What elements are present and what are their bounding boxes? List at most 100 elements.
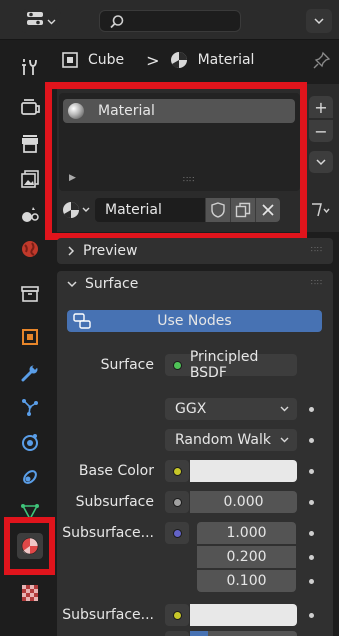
shader-socket-icon bbox=[173, 360, 182, 370]
subsurface-radius-socket-button[interactable] bbox=[165, 522, 189, 544]
keyframe-dot-icon[interactable] bbox=[309, 555, 314, 560]
breadcrumb-separator: > bbox=[146, 50, 160, 70]
drag-handle-icon[interactable]: ∷∷ bbox=[311, 245, 323, 254]
panel-preview-header[interactable]: Preview ∷∷ bbox=[57, 238, 333, 264]
keyframe-dot-icon[interactable] bbox=[309, 579, 314, 584]
tab-particles[interactable] bbox=[17, 394, 43, 420]
chevron-down-icon bbox=[67, 280, 77, 288]
breadcrumb-material: Material bbox=[197, 52, 255, 68]
base-color-socket-button[interactable] bbox=[165, 460, 189, 482]
tab-texture[interactable] bbox=[17, 580, 43, 606]
options-dropdown-button[interactable] bbox=[306, 9, 332, 33]
node-link-icon bbox=[312, 203, 330, 217]
texture-icon bbox=[22, 585, 38, 601]
tab-output[interactable] bbox=[17, 131, 43, 157]
subsurface-socket-button[interactable] bbox=[165, 491, 189, 513]
panel-surface-header[interactable]: Surface ∷∷ bbox=[57, 271, 333, 297]
world-icon bbox=[22, 241, 38, 257]
subsurface-radius-x-field[interactable]: 1.000 bbox=[197, 522, 296, 544]
panel-surface-title: Surface bbox=[85, 276, 139, 292]
slot-specials-button[interactable] bbox=[309, 151, 333, 173]
color-socket-icon bbox=[172, 466, 182, 476]
remove-slot-button[interactable]: − bbox=[309, 120, 333, 142]
output-icon bbox=[22, 135, 38, 153]
vector-socket-icon bbox=[172, 528, 182, 538]
search-icon bbox=[110, 15, 124, 29]
tab-render[interactable] bbox=[17, 94, 43, 120]
tab-modifiers[interactable] bbox=[17, 360, 43, 386]
surface-label: Surface bbox=[100, 357, 154, 373]
scene-icon bbox=[22, 207, 39, 222]
slot-buttons: + − bbox=[309, 96, 333, 142]
use-nodes-label: Use Nodes bbox=[157, 313, 232, 329]
tab-collection[interactable] bbox=[17, 281, 43, 307]
keyframe-dot-icon[interactable] bbox=[309, 469, 314, 474]
node-link-button[interactable] bbox=[306, 198, 334, 222]
base-color-swatch[interactable] bbox=[190, 460, 297, 482]
properties-editor-icon bbox=[26, 11, 44, 31]
subsurface-color-label: Subsurface... bbox=[62, 607, 154, 623]
chevron-down-icon bbox=[47, 14, 56, 29]
next-socket-button[interactable] bbox=[165, 631, 189, 636]
value-slider-fill bbox=[190, 631, 208, 636]
next-value-field[interactable] bbox=[190, 631, 297, 636]
chevron-down-icon bbox=[314, 17, 324, 24]
physics-icon bbox=[22, 434, 38, 451]
subsurface-color-swatch[interactable] bbox=[190, 604, 297, 626]
keyframe-dot-icon[interactable] bbox=[309, 438, 314, 443]
breadcrumb: Cube > Material bbox=[57, 44, 339, 76]
constraints-icon bbox=[23, 470, 37, 484]
subsurface-method-value: Random Walk bbox=[175, 432, 271, 448]
base-color-label: Base Color bbox=[78, 463, 154, 479]
tab-physics[interactable] bbox=[17, 429, 43, 455]
surface-shader-value: Principled BSDF bbox=[189, 349, 259, 381]
object-icon bbox=[22, 329, 38, 345]
float-socket-icon bbox=[172, 497, 182, 507]
view-layer-icon bbox=[21, 170, 39, 188]
tool-icon bbox=[22, 59, 37, 75]
breadcrumb-object: Cube bbox=[88, 52, 125, 68]
search-input[interactable] bbox=[99, 10, 241, 32]
add-slot-button[interactable]: + bbox=[309, 96, 333, 118]
material-icon bbox=[170, 51, 188, 69]
chevron-down-icon bbox=[316, 158, 326, 165]
wrench-icon bbox=[21, 364, 38, 382]
distribution-value: GGX bbox=[175, 401, 207, 417]
subsurface-method-dropdown[interactable]: Random Walk bbox=[165, 429, 297, 451]
highlight-box-material-tab bbox=[4, 517, 55, 575]
tab-view-layer[interactable] bbox=[17, 166, 43, 192]
chevron-down-icon bbox=[280, 406, 289, 412]
tab-tool[interactable] bbox=[17, 54, 43, 80]
chevron-down-icon bbox=[280, 437, 289, 443]
editor-type-button[interactable] bbox=[21, 9, 61, 33]
subsurface-radius-y-field[interactable]: 0.200 bbox=[197, 546, 296, 568]
keyframe-dot-icon[interactable] bbox=[309, 613, 314, 618]
distribution-dropdown[interactable]: GGX bbox=[165, 398, 297, 420]
color-socket-icon bbox=[172, 610, 182, 620]
use-nodes-button[interactable]: Use Nodes bbox=[67, 310, 322, 332]
chevron-right-icon bbox=[67, 246, 75, 256]
subsurface-value-field[interactable]: 0.000 bbox=[190, 491, 297, 513]
collection-icon bbox=[21, 286, 39, 302]
pin-icon[interactable] bbox=[313, 51, 331, 73]
keyframe-dot-icon[interactable] bbox=[309, 531, 314, 536]
object-icon bbox=[61, 51, 79, 69]
subsurface-radius-z-field[interactable]: 0.100 bbox=[197, 570, 296, 592]
subsurface-radius-label: Subsurface... bbox=[62, 525, 154, 541]
properties-header bbox=[0, 0, 339, 40]
particles-icon bbox=[22, 399, 38, 416]
render-icon bbox=[21, 99, 40, 115]
surface-shader-field[interactable]: Principled BSDF bbox=[165, 349, 297, 381]
tab-object[interactable] bbox=[17, 324, 43, 350]
drag-handle-icon[interactable]: ∷∷ bbox=[311, 278, 323, 287]
subsurface-label: Subsurface bbox=[75, 494, 154, 510]
highlight-box-material-slots bbox=[45, 82, 307, 240]
tab-scene[interactable] bbox=[17, 201, 43, 227]
keyframe-dot-icon[interactable] bbox=[309, 407, 314, 412]
subsurface-color-socket-button[interactable] bbox=[165, 604, 189, 626]
keyframe-dot-icon[interactable] bbox=[309, 500, 314, 505]
node-tree-icon bbox=[73, 313, 91, 333]
tab-constraints[interactable] bbox=[17, 464, 43, 490]
panel-preview-title: Preview bbox=[83, 243, 138, 259]
tab-world[interactable] bbox=[17, 236, 43, 262]
